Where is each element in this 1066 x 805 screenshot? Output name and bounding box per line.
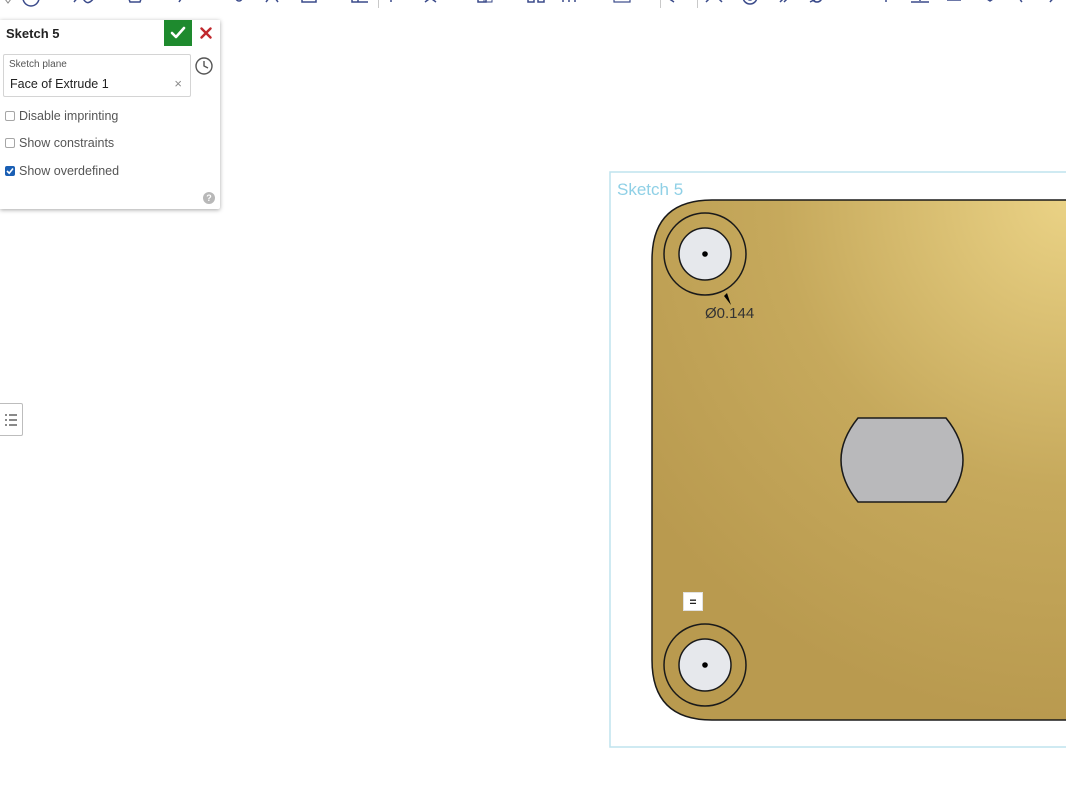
show-constraints-option[interactable]: Show constraints bbox=[5, 136, 114, 150]
disable-imprinting-checkbox[interactable] bbox=[5, 111, 15, 121]
feature-list-toggle[interactable] bbox=[0, 403, 23, 436]
pattern-tool-icon[interactable] bbox=[560, 0, 580, 8]
show-constraints-checkbox[interactable] bbox=[5, 138, 15, 148]
disable-imprinting-label: Disable imprinting bbox=[19, 109, 119, 123]
mirror-tool-icon[interactable] bbox=[526, 0, 546, 8]
normal-constraint-icon[interactable] bbox=[980, 0, 1000, 8]
help-circle-icon[interactable]: ? bbox=[203, 192, 215, 204]
dxf-import-icon[interactable] bbox=[612, 0, 632, 8]
transform-tool-icon[interactable] bbox=[350, 0, 370, 8]
perpendicular-constraint-icon[interactable] bbox=[876, 0, 896, 8]
list-icon bbox=[4, 413, 17, 426]
clear-selection-icon[interactable]: × bbox=[174, 76, 182, 91]
trim-tool-icon[interactable] bbox=[422, 0, 440, 8]
show-overdefined-checkbox[interactable] bbox=[5, 166, 15, 176]
checkmark-icon bbox=[6, 167, 14, 175]
tangent-constraint-icon[interactable] bbox=[808, 0, 828, 8]
toolbar-chevron-icon[interactable] bbox=[4, 0, 12, 8]
sketch-feature-dialog: Sketch 5 Sketch plane Face of Extrude 1 … bbox=[0, 20, 220, 209]
text-tool-icon[interactable] bbox=[262, 0, 284, 8]
arc-tool-icon[interactable] bbox=[176, 0, 190, 8]
close-icon bbox=[200, 27, 212, 39]
show-constraints-label: Show constraints bbox=[19, 136, 115, 150]
disable-imprinting-option[interactable]: Disable imprinting bbox=[5, 109, 118, 123]
sketch-plane-label: Sketch plane bbox=[9, 59, 67, 70]
center-slot bbox=[840, 417, 964, 503]
accept-button[interactable] bbox=[164, 20, 192, 46]
parallel-constraint-icon[interactable] bbox=[776, 0, 796, 8]
show-overdefined-label: Show overdefined bbox=[19, 164, 120, 178]
check-icon bbox=[170, 26, 186, 39]
show-overdefined-option[interactable]: Show overdefined bbox=[5, 164, 119, 178]
concentric-constraint-icon[interactable] bbox=[740, 0, 760, 8]
spline-tool-icon[interactable] bbox=[72, 0, 96, 8]
circle-tool-icon[interactable] bbox=[22, 0, 40, 8]
diameter-dimension[interactable]: Ø0.144 bbox=[705, 305, 754, 322]
undo-icon[interactable] bbox=[666, 0, 680, 8]
cancel-button[interactable] bbox=[196, 20, 216, 46]
equal-constraint-badge[interactable]: = bbox=[683, 592, 703, 611]
coincident-constraint-icon[interactable] bbox=[704, 0, 724, 8]
fix-constraint-icon[interactable] bbox=[1046, 0, 1066, 8]
polygon-tool-icon[interactable] bbox=[126, 0, 144, 8]
sketch-plane-value[interactable]: Face of Extrude 1 bbox=[10, 77, 109, 91]
pierce-constraint-icon[interactable] bbox=[1014, 0, 1030, 8]
sketch-plane-field[interactable]: Sketch plane Face of Extrude 1 × bbox=[3, 54, 191, 97]
image-tool-icon[interactable] bbox=[300, 0, 318, 8]
dialog-header: Sketch 5 bbox=[0, 20, 220, 46]
clock-history-icon[interactable] bbox=[194, 56, 214, 76]
point-tool-icon[interactable] bbox=[232, 0, 246, 8]
horizontal-constraint-icon[interactable] bbox=[908, 0, 932, 8]
toolbar-separator bbox=[697, 0, 698, 8]
dimension-tool-icon[interactable] bbox=[386, 0, 396, 8]
dialog-title[interactable]: Sketch 5 bbox=[6, 26, 59, 41]
sketch-name-label: Sketch 5 bbox=[617, 180, 684, 199]
toolbar-separator bbox=[660, 0, 661, 8]
offset-tool-icon[interactable] bbox=[476, 0, 494, 8]
toolbar-separator bbox=[378, 0, 379, 8]
midpoint-constraint-icon[interactable] bbox=[944, 0, 964, 8]
